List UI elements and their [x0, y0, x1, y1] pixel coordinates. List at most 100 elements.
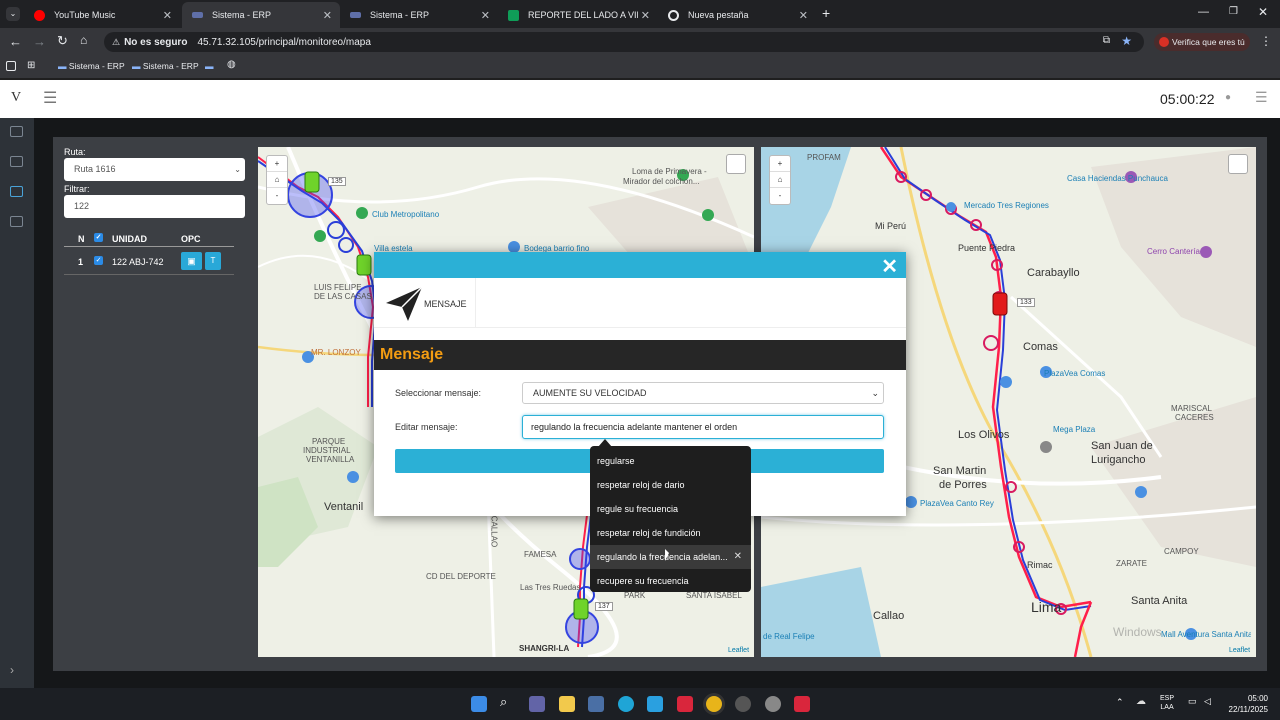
tray-chevron-up-icon[interactable]: ⌃ — [1116, 697, 1124, 708]
close-icon[interactable]: ✕ — [323, 9, 332, 22]
autocomplete-item[interactable]: respetar reloj de fundición — [590, 521, 751, 545]
autocomplete-item[interactable]: regule su frecuencia — [590, 497, 751, 521]
reload-icon[interactable]: ↻ — [57, 33, 68, 49]
maximize-button[interactable]: ❐ — [1229, 6, 1238, 17]
chrome-icon — [668, 9, 679, 21]
minimize-button[interactable]: — — [1198, 6, 1209, 18]
tab-reporte[interactable]: REPORTE DEL LADO A VIPUSA ✕ — [498, 2, 658, 28]
language-indicator[interactable]: ESP LAA — [1160, 694, 1174, 712]
translate-icon[interactable]: ⧉ — [1103, 35, 1110, 46]
close-icon[interactable]: ✕ — [641, 9, 650, 22]
bookmark-item[interactable]: ▬ Sistema - ERP — [132, 61, 199, 71]
leaflet-attribution[interactable]: Leaflet — [728, 647, 749, 654]
map-right-controls[interactable]: + ⌂ - — [769, 155, 791, 205]
app-icon[interactable] — [677, 696, 693, 712]
app-logo[interactable]: V — [11, 90, 21, 106]
network-icon[interactable]: ▭ — [1188, 696, 1197, 707]
map-poi-label: Cerro Cantería — [1147, 247, 1200, 256]
address-bar[interactable]: ⚠ No es seguro 45.71.32.105/principal/mo… — [104, 32, 1144, 52]
volume-icon[interactable]: ◁ — [1204, 696, 1211, 707]
tab-sistema-erp-active[interactable]: Sistema - ERP ✕ — [182, 2, 340, 28]
map-city-label: Lima — [1031, 599, 1062, 615]
close-icon[interactable]: ✕ — [799, 9, 808, 22]
chrome-icon[interactable] — [706, 696, 722, 712]
ruta-select[interactable]: Ruta 1616 ⌄ — [64, 158, 245, 181]
verify-button[interactable]: Verifica que eres tú — [1154, 33, 1250, 51]
message-select[interactable]: AUMENTE SU VELOCIDAD ⌄ — [522, 382, 884, 404]
security-label[interactable]: No es seguro — [124, 37, 187, 48]
zoom-in-button[interactable]: + — [267, 156, 287, 172]
filtrar-input[interactable]: 122 — [64, 195, 245, 218]
remove-suggestion-icon[interactable]: ✕ — [734, 545, 742, 569]
windows-start-icon[interactable] — [471, 696, 487, 712]
map-label: Club Metropolitano — [372, 210, 440, 219]
app-icon[interactable] — [794, 696, 810, 712]
map-right-layers-button[interactable] — [1228, 154, 1248, 174]
autocomplete-item[interactable]: respetar reloj de dario — [590, 473, 751, 497]
forward-icon[interactable]: → — [33, 34, 46, 49]
teams-icon[interactable] — [529, 696, 545, 712]
hamburger-menu-icon[interactable]: ☰ — [43, 88, 57, 108]
sidebar-briefcase-icon[interactable] — [10, 126, 23, 137]
new-tab-button[interactable]: + — [822, 5, 830, 21]
apps-icon[interactable] — [6, 61, 16, 71]
bus-label[interactable]: 135 — [328, 177, 346, 186]
sidebar-expand-icon[interactable]: › — [10, 663, 14, 677]
url-text[interactable]: 45.71.32.105/principal/monitoreo/mapa — [197, 37, 370, 48]
edit-message-label: Editar mensaje: — [395, 422, 458, 432]
map-label: SHANGRI-LA — [519, 644, 570, 653]
bookmark-item[interactable]: ▬ Sistema - ERP — [58, 61, 125, 71]
zoom-in-button[interactable]: + — [770, 156, 790, 172]
map-left-layers-button[interactable] — [726, 154, 746, 174]
file-explorer-icon[interactable] — [559, 696, 575, 712]
sidebar-briefcase-icon[interactable] — [10, 216, 23, 227]
map-label: LUIS FELIPE — [314, 283, 362, 292]
home-icon[interactable]: ⌂ — [80, 33, 87, 47]
close-icon[interactable]: ✕ — [481, 9, 490, 22]
sidebar-briefcase-icon[interactable] — [10, 156, 23, 167]
t-button[interactable]: T — [205, 252, 221, 270]
home-map-icon[interactable]: ⌂ — [267, 172, 287, 188]
tab-nueva-pestana[interactable]: Nueva pestaña ✕ — [658, 2, 816, 28]
zoom-out-button[interactable]: - — [267, 188, 287, 204]
autocomplete-item-hovered[interactable]: regulando la frecuencia adelan... ✕ — [590, 545, 751, 569]
back-icon[interactable]: ← — [9, 34, 22, 49]
settings-gear-icon[interactable] — [765, 696, 781, 712]
search-icon[interactable]: ⌕ — [500, 694, 507, 710]
leaflet-attribution[interactable]: Leaflet — [1229, 647, 1250, 654]
select-message-label: Seleccionar mensaje: — [395, 388, 482, 398]
system-clock[interactable]: 05:00 22/11/2025 — [1226, 693, 1268, 715]
tab-search-icon[interactable]: ⌄ — [6, 7, 20, 21]
sidebar-briefcase-icon-active[interactable] — [10, 186, 23, 197]
ruta-label: Ruta: — [64, 147, 86, 157]
tab-sistema-erp[interactable]: Sistema - ERP ✕ — [340, 2, 498, 28]
window-close-button[interactable]: ✕ — [1258, 5, 1268, 19]
store-icon[interactable] — [588, 696, 604, 712]
bus-label[interactable]: 133 — [1017, 298, 1035, 307]
user-icon[interactable]: ● — [1225, 92, 1231, 103]
car-button[interactable]: ▣ — [181, 252, 202, 270]
star-icon[interactable]: ★ — [1121, 34, 1132, 48]
tab-youtube-music[interactable]: YouTube Music ✕ — [24, 2, 180, 28]
edit-message-input[interactable]: regulando la frecuencia adelante mantene… — [522, 415, 884, 439]
app-icon[interactable] — [735, 696, 751, 712]
menu-kebab-icon[interactable]: ⋮ — [1260, 34, 1272, 48]
select-all-checkbox[interactable]: ✓ — [94, 233, 103, 242]
edge-icon[interactable] — [618, 696, 634, 712]
home-map-icon[interactable]: ⌂ — [770, 172, 790, 188]
map-left-controls[interactable]: + ⌂ - — [266, 155, 288, 205]
zoom-out-button[interactable]: - — [770, 188, 790, 204]
bookmark-icon[interactable]: ▬ — [205, 61, 214, 71]
app-icon[interactable] — [647, 696, 663, 712]
grid-icon[interactable]: ⊞ — [27, 60, 35, 71]
bus-label[interactable]: 137 — [595, 602, 613, 611]
row-checkbox[interactable]: ✓ — [94, 256, 103, 265]
cloud-icon[interactable]: ☁ — [1136, 696, 1146, 707]
settings-menu-icon[interactable]: ☰ — [1255, 89, 1268, 106]
autocomplete-item[interactable]: regularse — [590, 449, 751, 473]
close-icon[interactable]: ✕ — [163, 9, 172, 22]
close-icon[interactable]: ✕ — [881, 254, 898, 279]
youtube-music-icon — [34, 9, 45, 21]
autocomplete-item[interactable]: recupere su frecuencia — [590, 569, 751, 593]
globe-icon[interactable]: ◍ — [227, 59, 236, 70]
